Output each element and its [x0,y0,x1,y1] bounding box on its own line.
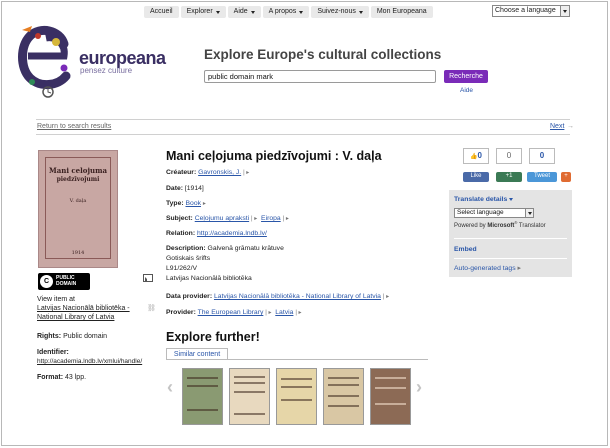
tab-underline [166,359,428,360]
translate-details-toggle[interactable]: Translate details [454,196,514,203]
auto-generated-tags-link[interactable]: Auto-generated tags ▸ [454,264,521,272]
subject-link-1[interactable]: Ceļojumu apraksti [195,215,249,222]
caret-down-icon [250,10,255,14]
description-field: Description: Galvenā grāmatu krātuve [166,245,284,252]
record-title: Mani ceļojuma piedzīvojumi : V. daļa [166,149,382,163]
divider [36,119,570,120]
embed-link[interactable]: Embed [454,246,477,253]
tweet-count: 0 [529,148,555,164]
provider-link-1[interactable]: The European Library [198,309,264,316]
language-select[interactable]: Choose a language [492,5,570,17]
search-input[interactable] [204,70,436,83]
caret-down-icon [509,198,514,201]
carousel-next-icon[interactable]: › [416,377,422,398]
format-field: Format: 43 lpp. [37,374,87,381]
europeana-logo-icon[interactable] [18,22,76,100]
page-heading: Explore Europe's cultural collections [204,47,442,62]
powered-by-label: Powered by Microsoft® Translator [454,220,546,229]
return-to-results-link[interactable]: Return to search results [37,123,111,130]
similar-item-thumbnail[interactable] [370,368,411,425]
search-button[interactable]: Recherche [444,70,488,83]
description-line: Latvijas Nacionālā bibliotēka [166,275,252,282]
subject-link-2[interactable]: Eiropa [261,215,281,222]
share-button[interactable]: + [561,172,571,182]
relation-field: Relation: http://academia.lndb.lv/ [166,230,267,237]
similar-item-thumbnail[interactable] [323,368,364,425]
browser-frame: Accueil Explorer Aide A propos Suivez-no… [1,1,608,446]
nav-mon-europeana[interactable]: Mon Europeana [370,6,433,18]
type-field: Type: Book ▸ [166,200,206,207]
caret-down-icon [215,10,220,14]
data-provider-field: Data provider: Latvijas Nacionālā biblio… [166,293,390,300]
type-link[interactable]: Book [186,200,202,207]
caret-down-icon [358,10,363,14]
rights-field: Rights: Public domain [37,333,108,340]
identifier-link[interactable]: http://academia.lndb.lv/xmlui/handle/ [37,357,142,366]
nav-suivez-nous[interactable]: Suivez-nous [311,6,369,18]
carousel-prev-icon[interactable]: ‹ [167,377,173,398]
view-item-label: View item at [37,296,75,303]
book-cover-image[interactable]: Mani celojuma piedzīvojumi V. daļa 1914 [38,150,118,268]
similar-item-thumbnail[interactable] [229,368,270,425]
logo-tagline: pensez culture [80,66,133,75]
divider [36,134,570,135]
date-field: Date: [1914] [166,185,204,192]
arrow-right-icon: | ▸ [243,170,250,176]
public-domain-icon: C [40,275,53,288]
search-help-link[interactable]: Aide [460,87,473,94]
description-line: L91/262/V [166,265,197,272]
top-navigation: Accueil Explorer Aide A propos Suivez-no… [144,6,433,18]
image-icon[interactable] [143,274,153,282]
description-line: Gotiskais šrifts [166,255,211,262]
dropdown-arrow-icon[interactable] [525,209,533,217]
nav-accueil[interactable]: Accueil [144,6,179,18]
like-count: 👍0 [463,148,489,164]
nav-aide[interactable]: Aide [227,6,261,18]
similar-item-thumbnail[interactable] [276,368,317,425]
nav-explorer[interactable]: Explorer [180,6,226,18]
plusone-count: 0 [496,148,522,164]
creator-link[interactable]: Gavronskis, J. [198,169,241,176]
provider-link-2[interactable]: Latvia [275,309,293,316]
nav-a-propos[interactable]: A propos [262,6,310,18]
view-item-provider-link[interactable]: Latvijas Nacionālā bibliotēka - National… [37,304,142,322]
google-plusone-button[interactable]: +1 [496,172,522,182]
translate-language-select[interactable]: Select language [454,208,534,218]
subject-field: Subject: Ceļojumu apraksti | ▸ Eiropa | … [166,215,289,222]
identifier-label: Identifier: [37,349,69,356]
data-provider-link[interactable]: Latvijas Nacionālā bibliotēka - National… [214,293,381,300]
public-domain-badge[interactable]: C PUBLIC DOMAIN [38,273,90,290]
tweet-button[interactable]: Tweet [527,172,557,182]
creator-field: Créateur: Gavronskis, J. | ▸ [166,169,250,176]
relation-link[interactable]: http://academia.lndb.lv/ [197,230,267,237]
next-link[interactable]: Next [550,123,564,130]
similar-item-thumbnail[interactable] [182,368,223,425]
arrow-right-icon: → [567,123,574,130]
tools-panel: Translate details Select language Powere… [449,190,572,277]
external-link-icon: ⛓ [147,305,156,312]
dropdown-arrow-icon[interactable] [560,6,569,16]
provider-field: Provider: The European Library | ▸ Latvi… [166,309,302,316]
caret-down-icon [299,10,304,14]
facebook-like-button[interactable]: Like [463,172,489,182]
explore-further-heading: Explore further! [166,330,260,344]
arrow-right-icon: ▸ [202,201,206,207]
